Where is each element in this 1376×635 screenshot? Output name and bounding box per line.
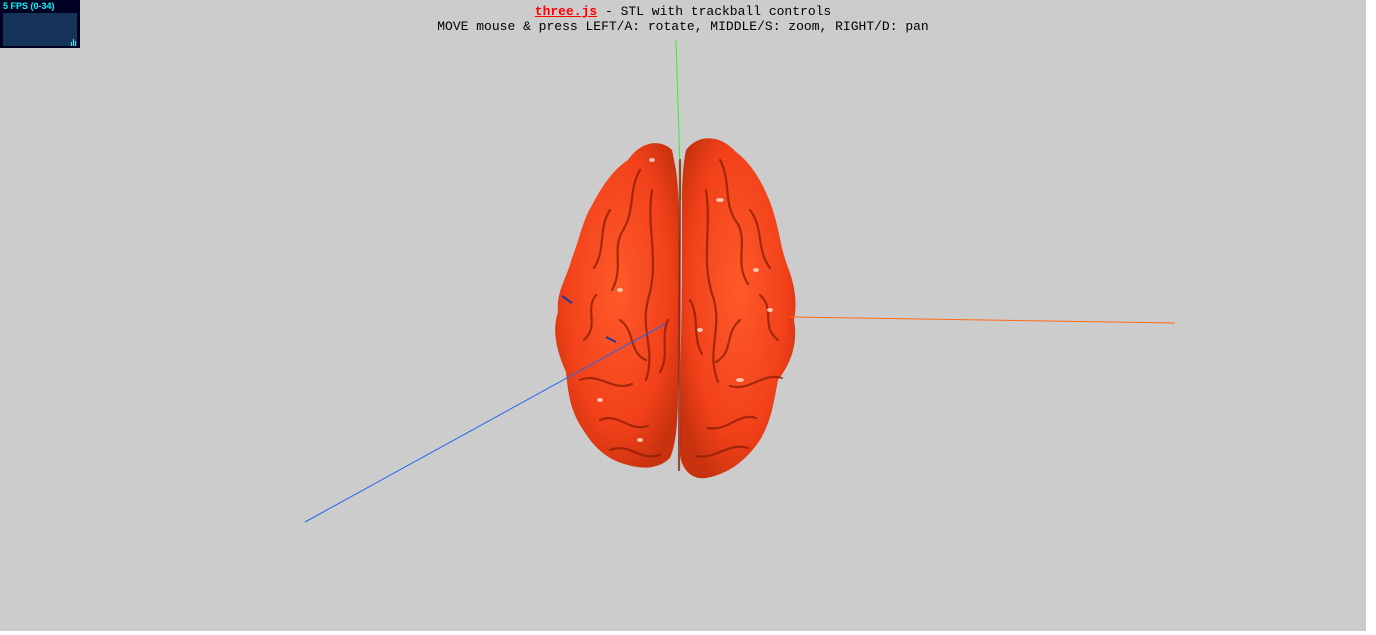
fps-graph-bar <box>75 41 76 46</box>
info-title-text: - STL with trackball controls <box>597 4 832 19</box>
fps-graph <box>3 13 77 46</box>
brain-model[interactable] <box>555 138 796 479</box>
fps-stats-panel[interactable]: 5 FPS (0-34) <box>0 0 80 48</box>
info-overlay: three.js - STL with trackball controls M… <box>0 4 1366 34</box>
controls-instructions: MOVE mouse & press LEFT/A: rotate, MIDDL… <box>437 19 929 34</box>
fps-label: 5 FPS (0-34) <box>3 1 55 11</box>
3d-viewport[interactable]: three.js - STL with trackball controls M… <box>0 0 1366 631</box>
right-hemisphere <box>680 138 796 479</box>
scene-canvas[interactable] <box>0 0 1366 631</box>
threejs-link[interactable]: three.js <box>535 4 597 19</box>
fps-graph-bar <box>71 42 72 46</box>
x-axis-line <box>789 316 1176 324</box>
fps-graph-bar <box>73 39 74 46</box>
info-title-line: three.js - STL with trackball controls <box>0 4 1366 19</box>
